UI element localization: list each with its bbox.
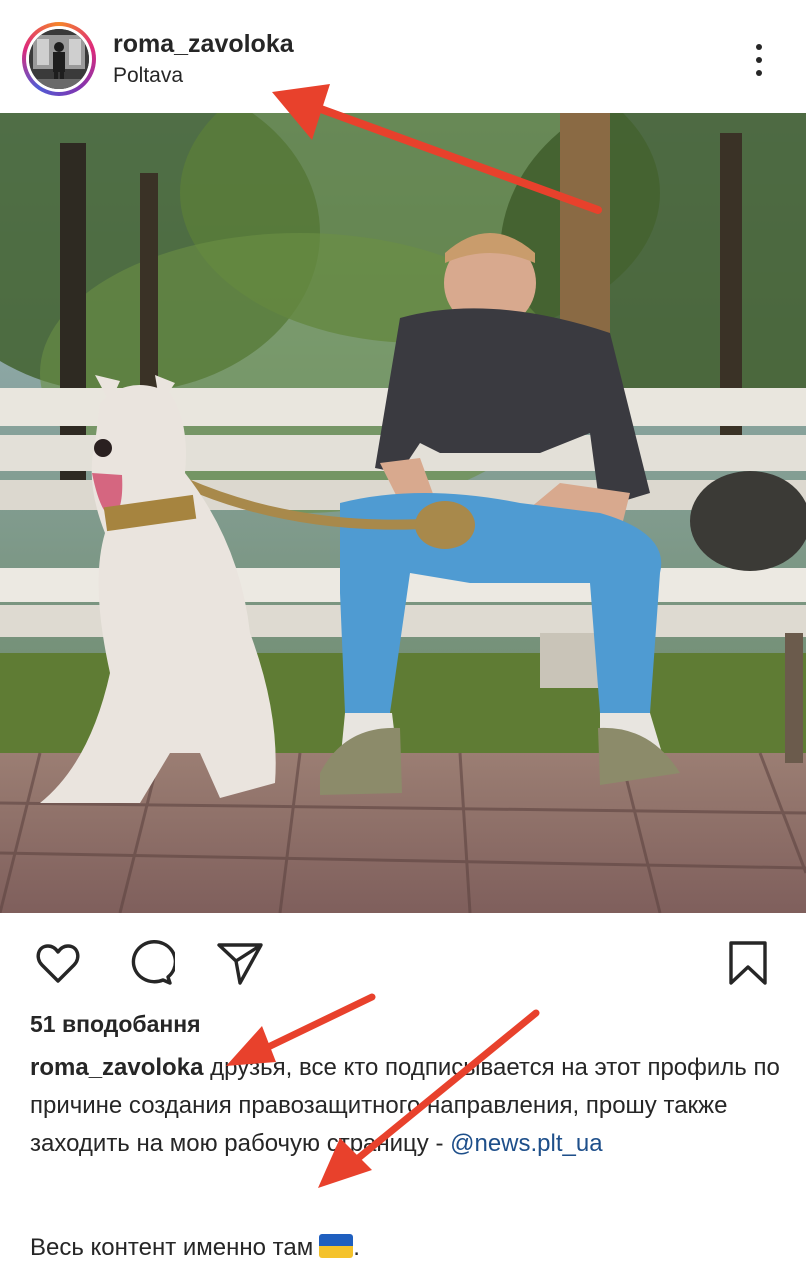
heart-icon	[36, 944, 80, 983]
more-options-button[interactable]	[744, 40, 778, 80]
post-location[interactable]: Poltava	[113, 64, 183, 88]
comment-button[interactable]	[123, 937, 175, 989]
caption-line2-text: Весь контент именно там	[30, 1234, 314, 1261]
likes-count[interactable]: 51 вподобання	[30, 1011, 201, 1038]
bookmark-icon	[729, 941, 767, 985]
comment-icon	[131, 940, 175, 985]
more-vertical-icon	[756, 44, 762, 50]
post-photo[interactable]	[0, 113, 806, 913]
caption-author[interactable]: roma_zavoloka	[30, 1054, 203, 1081]
ukraine-flag-icon	[319, 1234, 354, 1258]
post-action-bar	[0, 913, 806, 1008]
mention-link[interactable]: @news.plt_ua	[450, 1130, 602, 1157]
avatar-image	[29, 29, 89, 89]
avatar[interactable]	[22, 22, 96, 96]
like-button[interactable]	[32, 937, 84, 989]
post-username[interactable]: roma_zavoloka	[113, 30, 294, 59]
post-header: roma_zavoloka Poltava	[0, 0, 806, 113]
save-button[interactable]	[722, 937, 774, 989]
send-icon	[217, 943, 263, 985]
post-caption: roma_zavoloka друзья, все кто подписывае…	[30, 1049, 780, 1163]
share-button[interactable]	[214, 937, 266, 989]
caption-second-paragraph: Весь контент именно там.	[30, 1234, 360, 1261]
